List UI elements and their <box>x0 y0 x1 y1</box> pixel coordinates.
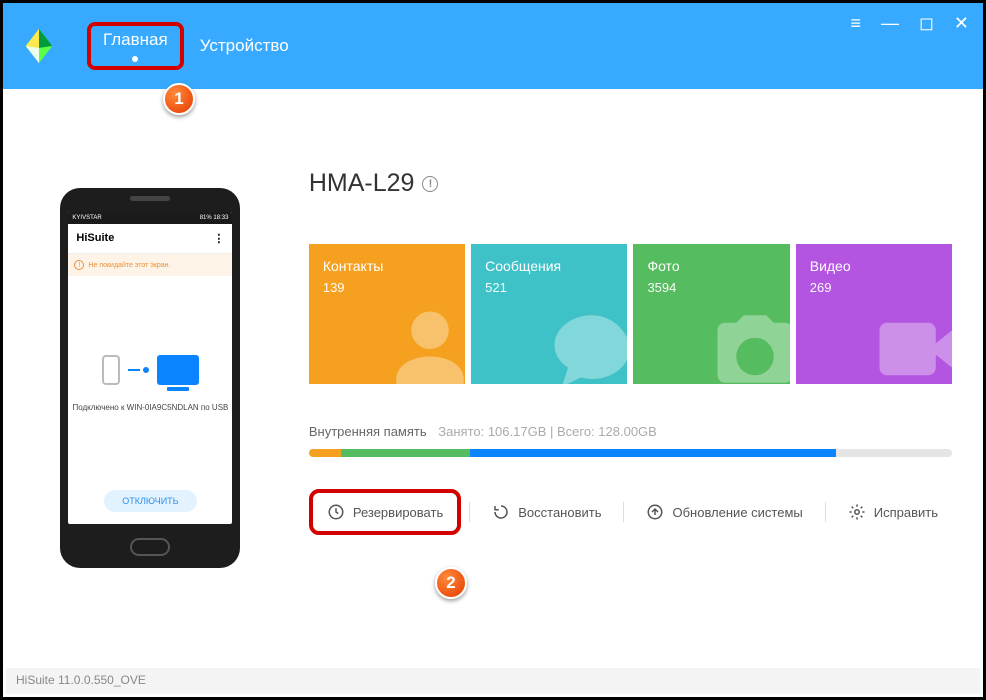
phone-status-bar: KYIVSTAR 81% 18:33 <box>68 212 232 224</box>
tile-photos[interactable]: Фото 3594 <box>633 244 789 384</box>
fix-button[interactable]: Исправить <box>834 493 952 531</box>
separator <box>469 502 470 522</box>
tile-messages[interactable]: Сообщения 521 <box>471 244 627 384</box>
backup-label: Резервировать <box>353 505 443 520</box>
info-icon[interactable]: ! <box>422 176 438 192</box>
tile-photos-label: Фото <box>647 258 775 274</box>
phone-speaker <box>130 196 170 201</box>
tile-messages-count: 521 <box>485 280 613 295</box>
phone-warning-banner: ! Не покидайте этот экран. <box>68 254 232 276</box>
callout-badge-2: 2 <box>435 567 467 599</box>
title-bar: Главная Устройство ≡ — ◻ ✕ <box>3 3 983 89</box>
video-icon <box>872 304 952 384</box>
separator <box>623 502 624 522</box>
update-label: Обновление системы <box>672 505 802 520</box>
kebab-menu-icon: ⋮ <box>213 232 224 245</box>
content-area: KYIVSTAR 81% 18:33 HiSuite ⋮ ! Не покида… <box>6 89 980 667</box>
category-tiles: Контакты 139 Сообщения 521 Фото 3594 Вид… <box>309 244 952 384</box>
phone-frame: KYIVSTAR 81% 18:33 HiSuite ⋮ ! Не покида… <box>60 188 240 568</box>
tile-videos-label: Видео <box>810 258 938 274</box>
version-label: HiSuite 11.0.0.550_OVE <box>16 673 146 687</box>
connection-illustration: Подключено к WIN-0IA9C5NDLAN по USB <box>68 276 232 490</box>
storage-stats: Занято: 106.17GB | Всего: 128.00GB <box>438 424 657 439</box>
maximize-icon[interactable]: ◻ <box>919 13 934 34</box>
mini-monitor-icon <box>157 355 199 385</box>
storage-label: Внутренняя память <box>309 424 427 439</box>
connection-status-text: Подключено к WIN-0IA9C5NDLAN по USB <box>72 403 228 412</box>
close-icon[interactable]: ✕ <box>954 13 969 34</box>
app-logo <box>19 26 59 66</box>
storage-section: Внутренняя память Занято: 106.17GB | Все… <box>309 424 952 457</box>
tile-videos-count: 269 <box>810 280 938 295</box>
phone-preview-panel: KYIVSTAR 81% 18:33 HiSuite ⋮ ! Не покида… <box>6 89 295 667</box>
phone-app-title: HiSuite <box>76 232 114 245</box>
phone-screen: KYIVSTAR 81% 18:33 HiSuite ⋮ ! Не покида… <box>68 212 232 524</box>
phone-home-button <box>130 538 170 556</box>
separator <box>825 502 826 522</box>
tile-contacts[interactable]: Контакты 139 <box>309 244 465 384</box>
battery-time-label: 81% 18:33 <box>200 215 229 221</box>
tab-device-label: Устройство <box>200 36 289 56</box>
tab-device[interactable]: Устройство <box>184 3 305 89</box>
warning-icon: ! <box>74 260 84 270</box>
person-icon <box>385 304 465 384</box>
storage-label-row: Внутренняя память Занято: 106.17GB | Все… <box>309 424 952 439</box>
tile-contacts-count: 139 <box>323 280 451 295</box>
phone-app-bar: HiSuite ⋮ <box>68 224 232 254</box>
app-window: Главная Устройство ≡ — ◻ ✕ 1 KYIVSTAR 81… <box>0 0 986 700</box>
active-indicator-dot <box>132 56 138 62</box>
storage-seg-green <box>341 449 470 457</box>
camera-icon <box>710 304 790 384</box>
chat-icon <box>547 304 627 384</box>
device-link-illustration <box>102 355 199 385</box>
device-panel: HMA-L29 ! Контакты 139 Сообщения 521 Фот… <box>295 89 980 667</box>
storage-bar <box>309 449 952 457</box>
device-model: HMA-L29 <box>309 169 415 198</box>
action-row: Резервировать Восстановить Обновление си… <box>309 489 952 535</box>
restore-button[interactable]: Восстановить <box>478 493 615 531</box>
disconnect-button[interactable]: ОТКЛЮЧИТЬ <box>104 490 196 512</box>
callout-badge-1: 1 <box>163 83 195 115</box>
clock-icon <box>327 503 345 521</box>
restore-label: Восстановить <box>518 505 601 520</box>
minimize-icon[interactable]: — <box>881 13 899 34</box>
badge-1-text: 1 <box>174 89 183 109</box>
storage-seg-free <box>836 449 952 457</box>
carrier-label: KYIVSTAR <box>72 215 101 221</box>
status-bar: HiSuite 11.0.0.550_OVE <box>6 668 980 694</box>
link-icon <box>128 367 149 373</box>
tile-videos[interactable]: Видео 269 <box>796 244 952 384</box>
window-controls: ≡ — ◻ ✕ <box>850 13 969 34</box>
tile-messages-label: Сообщения <box>485 258 613 274</box>
refresh-icon <box>492 503 510 521</box>
storage-seg-blue <box>470 449 837 457</box>
tab-home[interactable]: Главная <box>87 22 184 70</box>
storage-seg-orange <box>309 449 341 457</box>
device-name-row: HMA-L29 ! <box>309 169 952 198</box>
update-button[interactable]: Обновление системы <box>632 493 816 531</box>
fix-label: Исправить <box>874 505 938 520</box>
mini-phone-icon <box>102 355 120 385</box>
menu-icon[interactable]: ≡ <box>850 13 861 34</box>
phone-warning-text: Не покидайте этот экран. <box>88 262 170 269</box>
tile-photos-count: 3594 <box>647 280 775 295</box>
tile-contacts-label: Контакты <box>323 258 451 274</box>
arrow-up-circle-icon <box>646 503 664 521</box>
tab-home-label: Главная <box>103 30 168 50</box>
gear-icon <box>848 503 866 521</box>
backup-button[interactable]: Резервировать <box>309 489 461 535</box>
badge-2-text: 2 <box>446 573 455 593</box>
